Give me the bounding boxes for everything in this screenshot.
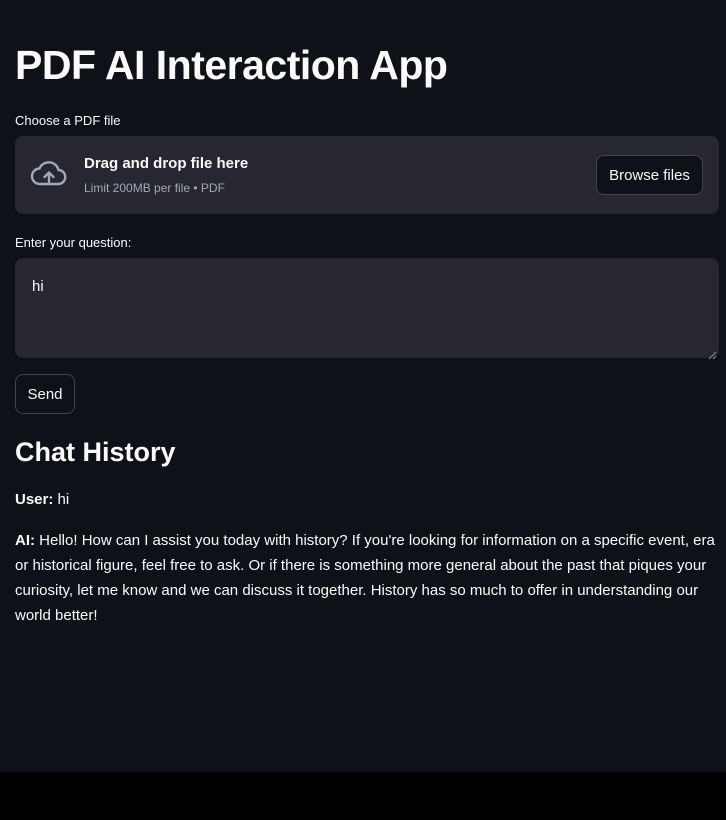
browse-files-button[interactable]: Browse files xyxy=(596,155,703,195)
message-text: hi xyxy=(57,491,70,508)
chat-history-title: Chat History xyxy=(15,437,176,467)
chat-message-ai: AI: Hello! How can I assist you today wi… xyxy=(15,528,719,628)
message-role: AI: xyxy=(15,532,35,549)
message-text: Hello! How can I assist you today with h… xyxy=(15,532,715,624)
dropzone-limit: Limit 200MB per file • PDF xyxy=(84,181,225,195)
file-dropzone[interactable]: Drag and drop file here Limit 200MB per … xyxy=(15,136,719,214)
question-input[interactable]: hi xyxy=(15,258,719,360)
app-main: PDF AI Interaction App Choose a PDF file… xyxy=(0,0,726,772)
question-label: Enter your question: xyxy=(15,235,132,250)
cloud-upload-icon xyxy=(29,158,69,190)
question-input-value: hi xyxy=(32,278,44,295)
page-title: PDF AI Interaction App xyxy=(15,42,448,88)
resize-grip-icon[interactable] xyxy=(708,347,717,360)
bottom-bar xyxy=(0,772,726,820)
send-button[interactable]: Send xyxy=(15,374,75,414)
chat-message-user: User: hi xyxy=(15,487,719,512)
message-role: User: xyxy=(15,491,54,508)
uploader-label: Choose a PDF file xyxy=(15,113,121,128)
dropzone-instructions: Drag and drop file here xyxy=(84,155,249,172)
